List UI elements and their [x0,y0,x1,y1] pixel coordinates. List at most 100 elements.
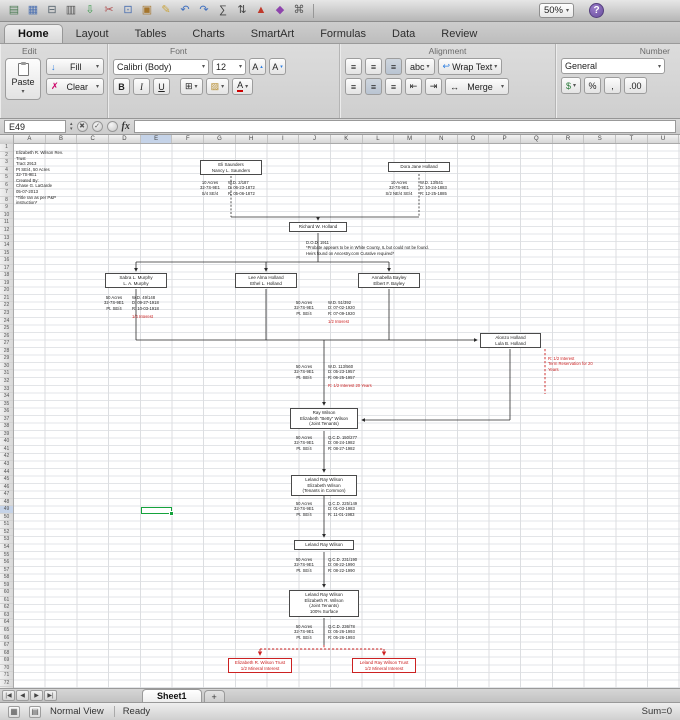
autosum-icon[interactable]: ∑ [215,3,231,19]
row-header-60[interactable]: 60 [0,589,13,597]
fx-label[interactable]: fx [122,121,130,132]
box-annabella-bayley[interactable]: Annabella Bayley Elbert F. Bayley [358,273,420,289]
align-bottom-button[interactable]: ≡ [385,58,402,75]
font-color-button[interactable]: A ▾ [232,78,254,95]
row-header-32[interactable]: 32 [0,378,13,386]
row-header-23[interactable]: 23 [0,310,13,318]
row-header-36[interactable]: 36 [0,408,13,416]
row-header-3[interactable]: 3 [0,159,13,167]
sabra-legal-text[interactable]: 50 Acres 32-7S-9E1 Pt. SE/4 [98,295,130,311]
row-header-54[interactable]: 54 [0,544,13,552]
row-header-66[interactable]: 66 [0,635,13,643]
column-header-T[interactable]: T [616,135,648,143]
row-header-40[interactable]: 40 [0,438,13,446]
redo-icon[interactable]: ↷ [196,3,212,19]
align-middle-button[interactable]: ≡ [365,58,382,75]
increase-font-button[interactable]: A ▴ [249,58,266,75]
row-header-39[interactable]: 39 [0,431,13,439]
row-header-17[interactable]: 17 [0,265,13,273]
wd113-legal-text[interactable]: 50 Acres 32-7S-9E1 Pt. SE/4 [288,364,320,380]
merge-button[interactable]: ↔ Merge ▾ [445,78,509,95]
row-header-52[interactable]: 52 [0,529,13,537]
align-left-button[interactable]: ≡ [345,78,362,95]
decrease-indent-button[interactable]: ⇤ [405,78,422,95]
row-header-65[interactable]: 65 [0,627,13,635]
gallery-icon[interactable]: ◆ [272,3,288,19]
abstract-info-block[interactable]: Elizabeth R. Wilson Rev. Trust Tract 291… [16,150,98,206]
sabra-interest-note[interactable]: 1/4 Interest [132,314,180,319]
row-header-19[interactable]: 19 [0,280,13,288]
paste-button[interactable]: Paste ▾ [5,58,41,100]
row-header-51[interactable]: 51 [0,521,13,529]
qcd236-legal-text[interactable]: 50 Acres 32-7S-9E1 Pt. SE/4 [288,624,320,640]
normal-view-button[interactable]: ▦ [8,705,20,718]
new-workbook-icon[interactable]: ▤ [6,3,22,19]
tab-smartart[interactable]: SmartArt [238,25,307,43]
box-lee-holland[interactable]: Lee Alma Holland Ethel L. Holland [235,273,297,289]
eli-deed-text[interactable]: W.D. 2/187 D: 06-23-1872 R: 05-06-1872 [228,180,276,196]
row-header-11[interactable]: 11 [0,219,13,228]
row-header-1[interactable]: 1 [0,144,13,152]
font-size-select[interactable]: 12 ▾ [212,58,246,75]
row-header-15[interactable]: 15 [0,250,13,258]
column-header-R[interactable]: R [553,135,585,143]
column-header-B[interactable]: B [46,135,78,143]
enter-button[interactable]: ✓ [91,121,103,132]
last-sheet-button[interactable]: ▶| [44,690,57,701]
row-header-56[interactable]: 56 [0,559,13,567]
column-header-I[interactable]: I [268,135,300,143]
save-icon[interactable]: ⊟ [44,3,60,19]
qcd150-legal-text[interactable]: 50 Acres 32-7S-9E1 Pt. SE/4 [288,435,320,451]
row-header-35[interactable]: 35 [0,401,13,409]
row-header-7[interactable]: 7 [0,189,13,197]
toolbox-icon[interactable]: ⌘ [291,3,307,19]
wrap-text-button[interactable]: ↩ Wrap Text ▾ [437,58,503,75]
increase-indent-button[interactable]: ⇥ [425,78,442,95]
wd113-deed-text[interactable]: W.D. 113/560 D: 05-23-1957 R: 06-25-1957 [328,364,380,380]
row-header-5[interactable]: 5 [0,174,13,182]
name-box-stepper[interactable]: ▴ ▾ [70,121,73,132]
tab-formulas[interactable]: Formulas [307,25,379,43]
decrease-font-button[interactable]: A ▾ [269,58,286,75]
row-header-38[interactable]: 38 [0,423,13,431]
format-painter-icon[interactable]: ✎ [158,3,174,19]
box-alonzo-holland[interactable]: Alonzo Holland Lula B. Holland [480,333,541,349]
row-header-58[interactable]: 58 [0,574,13,582]
align-center-button[interactable]: ≡ [365,78,382,95]
next-sheet-button[interactable]: ▶ [30,690,43,701]
row-header-46[interactable]: 46 [0,484,13,492]
row-header-34[interactable]: 34 [0,393,13,401]
term-reservation-note[interactable]: R: 1/2 Interest Term Reservation for 20 … [548,356,624,372]
row-header-27[interactable]: 27 [0,340,13,348]
previous-sheet-button[interactable]: ◀ [16,690,29,701]
row-header-14[interactable]: 14 [0,242,13,250]
row-header-21[interactable]: 21 [0,295,13,303]
row-header-6[interactable]: 6 [0,182,13,190]
row-header-48[interactable]: 48 [0,499,13,507]
row-header-12[interactable]: 12 [0,227,13,235]
font-family-select[interactable]: Calibri (Body) ▾ [113,58,209,75]
name-box[interactable]: E49 [4,120,66,133]
row-header-72[interactable]: 72 [0,680,13,688]
box-eli-saunders[interactable]: Eli Saunders Nancy L. Saunders [200,160,262,176]
row-header-64[interactable]: 64 [0,619,13,627]
row-header-71[interactable]: 71 [0,672,13,680]
italic-button[interactable]: I [133,78,150,95]
decimal-button[interactable]: .00 [624,77,647,94]
box-richard-holland[interactable]: Richard W. Holland [289,222,347,232]
column-header-O[interactable]: O [458,135,490,143]
row-header-24[interactable]: 24 [0,318,13,326]
dod-note[interactable]: D.O.D. 1911 *Probate appears to be in Wh… [306,240,518,256]
column-header-J[interactable]: J [299,135,331,143]
column-header-F[interactable]: F [172,135,205,143]
row-header-8[interactable]: 8 [0,197,13,205]
row-header-10[interactable]: 10 [0,212,13,220]
row-header-49[interactable]: 49 [0,506,13,514]
row-header-62[interactable]: 62 [0,604,13,612]
bold-button[interactable]: B [113,78,130,95]
borders-button[interactable]: ⊞ ▾ [180,78,203,95]
row-header-47[interactable]: 47 [0,491,13,499]
row-header-45[interactable]: 45 [0,476,13,484]
sabra-deed-text[interactable]: W.D. 49/148 D: 09-27-1918 R: 10-03-1918 [132,295,180,311]
tab-tables[interactable]: Tables [122,25,180,43]
